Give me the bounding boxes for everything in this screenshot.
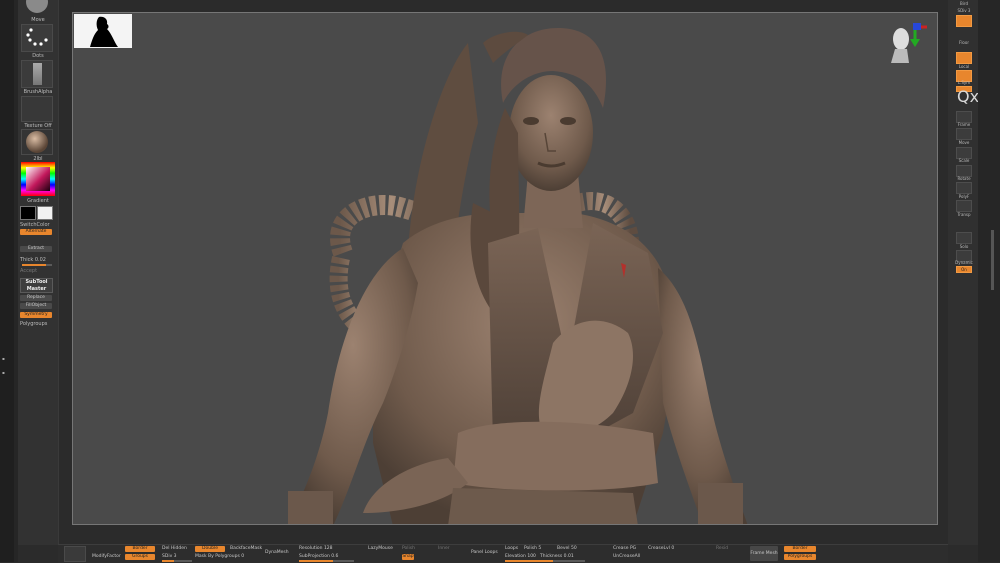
border-button[interactable]: Border	[125, 546, 155, 552]
sdiv-label: SDiv 3	[957, 8, 971, 13]
gradient-label: Gradient	[27, 198, 49, 204]
material-thumbnail[interactable]	[21, 129, 53, 155]
navigation-thumbnail[interactable]	[74, 14, 132, 48]
dots-stroke-icon	[26, 28, 48, 46]
scrollbar[interactable]	[991, 230, 994, 290]
uncrease-all-button[interactable]: UnCreaseAll	[613, 554, 640, 560]
xyz-button[interactable]: Qxyz	[956, 86, 997, 106]
brush-label: Move	[31, 17, 45, 23]
backface-mask-button[interactable]: BackfaceMask	[230, 546, 262, 552]
double-button[interactable]: Double	[195, 546, 225, 552]
local-button[interactable]	[956, 52, 972, 64]
thick-slider[interactable]	[22, 264, 52, 266]
move-label: Move	[958, 140, 970, 145]
groups-button[interactable]: Groups	[125, 554, 155, 560]
crease-pg-button[interactable]: Crease PG	[613, 546, 636, 552]
lsym-label: L.Sym	[957, 80, 971, 85]
lazy-polish-label[interactable]: Polish	[402, 546, 415, 552]
left-shelf: Move Dots BrushAlpha Texture Off 2lbl Gr…	[18, 0, 59, 545]
rotate-label: Rotate	[957, 176, 971, 181]
scale-label: Scale	[958, 158, 970, 163]
bird-label: Bird	[960, 1, 968, 6]
snap-button[interactable]: Snap	[402, 554, 414, 560]
symmetry-button[interactable]: Symmetry	[20, 312, 52, 318]
border-frame-button[interactable]: Border	[784, 546, 816, 552]
color-picker[interactable]	[21, 162, 55, 196]
polyf-label: PolyF	[958, 194, 970, 199]
bpr-button[interactable]	[956, 15, 972, 27]
bevel-slider[interactable]: Bevel 50	[557, 546, 577, 552]
dynamesh-button[interactable]: DynaMesh	[265, 550, 289, 556]
bottom-shelf: ModifyFactor Border Groups Del Hidden SD…	[58, 544, 948, 563]
switch-color-label[interactable]: SwitchColor	[20, 222, 56, 228]
extract-button[interactable]: Extract	[20, 246, 52, 252]
edge-marker: ▪	[2, 370, 5, 375]
crease-level-slider[interactable]: CreaseLvl 0	[648, 546, 674, 552]
head-icon	[891, 28, 909, 63]
alpha-label: BrushAlpha	[23, 89, 53, 95]
solo-label: Solo	[959, 244, 969, 249]
polygroups-frame-button[interactable]: Polygroups	[784, 554, 816, 560]
polyf-button[interactable]	[956, 182, 972, 194]
local-label: Local	[958, 64, 970, 69]
subtool-master-button[interactable]: SubTool Master	[20, 278, 53, 293]
resid-label[interactable]: Resid	[716, 546, 728, 552]
thick-slider-label[interactable]: Thick 0.02	[20, 257, 56, 263]
sculpt-model[interactable]	[73, 13, 938, 525]
brush-thumbnail[interactable]	[21, 0, 53, 16]
dynamic-label: Dynamic	[955, 260, 973, 265]
head-orientation-widget[interactable]	[887, 23, 913, 73]
color-wheel-icon	[21, 162, 55, 196]
replace-button[interactable]: Replace	[20, 295, 52, 301]
document-canvas[interactable]	[72, 12, 938, 525]
stroke-thumbnail[interactable]	[21, 24, 53, 52]
stroke-label: Dots	[32, 53, 44, 59]
alpha-thumbnail[interactable]	[21, 60, 53, 88]
frame-label: Frame	[957, 122, 971, 127]
left-edge-panel: ▪ ▪	[0, 0, 14, 562]
accept-button[interactable]: Accept	[20, 268, 56, 274]
panel-loops-button[interactable]: Panel Loops	[471, 550, 498, 556]
loops-slider[interactable]: Loops	[505, 546, 518, 552]
solo-button[interactable]	[956, 232, 972, 244]
silhouette-icon	[90, 16, 118, 47]
clip-label[interactable]: Inner	[438, 546, 450, 552]
resolution-slider[interactable]: Resolution 128	[299, 546, 333, 552]
rotate-small-icon[interactable]	[956, 96, 972, 106]
texture-thumbnail[interactable]	[21, 96, 53, 122]
right-edge-panel	[978, 0, 1000, 562]
right-shelf: Bird SDiv 3 Floor Local L.Sym Qxyz Frame…	[948, 0, 997, 545]
transp-label: Transp	[957, 212, 971, 217]
bottom-thumbnail[interactable]	[64, 546, 86, 562]
polygroups-button[interactable]: Polygroups	[20, 321, 56, 327]
move-button[interactable]	[956, 128, 972, 140]
fill-object-button[interactable]: FillObject	[20, 303, 52, 309]
polish-slider[interactable]: Polish 5	[524, 546, 541, 552]
alternate-button[interactable]: Alternate	[20, 229, 52, 235]
transp-button[interactable]	[956, 200, 972, 212]
secondary-color-swatch[interactable]	[37, 206, 53, 220]
del-hidden-button[interactable]: Del Hidden	[162, 546, 187, 552]
material-sphere-icon	[26, 131, 48, 153]
modify-factor-label[interactable]: ModifyFactor	[92, 554, 121, 560]
edge-marker: ▪	[2, 356, 5, 361]
lazymouse-button[interactable]: LazyMouse	[368, 546, 393, 552]
frame-mesh-button[interactable]: Frame Mesh	[750, 546, 778, 561]
floor-button[interactable]: Floor	[950, 40, 978, 45]
mask-by-polygroups-slider[interactable]: Mask By Polygroups 0	[195, 554, 244, 560]
main-color-swatch[interactable]	[20, 206, 36, 220]
on-button[interactable]: On	[956, 266, 972, 273]
